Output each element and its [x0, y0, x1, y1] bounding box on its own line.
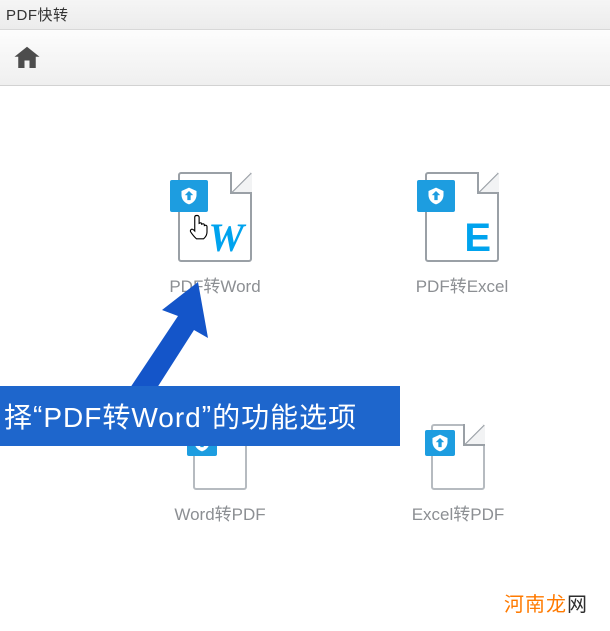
watermark-brand-b: 网 — [567, 594, 588, 616]
caption-close-quote: ” — [202, 400, 212, 432]
word-glyph: W — [208, 218, 244, 258]
caption-prefix: 择 — [4, 396, 33, 436]
pdf-icon — [170, 180, 208, 212]
file-icon-pdf-to-word: W — [178, 172, 252, 262]
tile-label: Word转PDF — [174, 500, 265, 525]
pdf-icon — [425, 430, 455, 456]
watermark: 河南龙网 — [504, 588, 588, 617]
tile-pdf-to-word[interactable]: W PDF转Word — [145, 172, 285, 297]
file-icon-excel-to-pdf — [431, 424, 485, 490]
caption-suffix: 的功能选项 — [212, 396, 357, 436]
home-icon[interactable] — [10, 43, 44, 73]
tile-label: PDF转Excel — [416, 272, 509, 297]
tile-label: PDF转Word — [169, 272, 260, 297]
titlebar: PDF快转 — [0, 0, 610, 30]
watermark-brand-a: 河南龙 — [504, 594, 567, 616]
caption-highlight: PDF转Word — [43, 396, 201, 436]
app-title: PDF快转 — [6, 4, 69, 25]
toolbar — [0, 30, 610, 86]
caption-open-quote: “ — [33, 400, 43, 432]
tile-label: Excel转PDF — [412, 500, 505, 525]
content-area: W PDF转Word E PDF转Excel Word转PDF — [0, 86, 610, 631]
excel-glyph: E — [464, 218, 491, 258]
tile-excel-to-pdf[interactable]: Excel转PDF — [398, 424, 518, 525]
file-icon-pdf-to-excel: E — [425, 172, 499, 262]
annotation-caption: 择 “ PDF转Word ” 的功能选项 — [0, 386, 400, 446]
tile-pdf-to-excel[interactable]: E PDF转Excel — [392, 172, 532, 297]
pdf-icon — [417, 180, 455, 212]
